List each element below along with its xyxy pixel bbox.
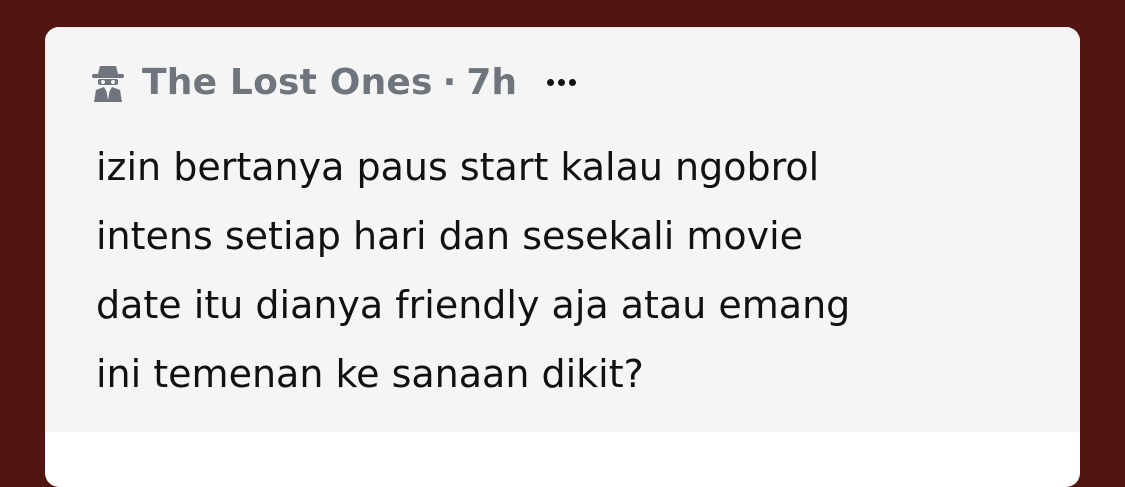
spy-icon [90,62,126,102]
post-header: The Lost Ones · 7h [90,59,577,105]
post-author[interactable]: The Lost Ones [142,62,433,103]
post-content-line: ini temenan ke sanaan dikit? [96,352,644,396]
meta-separator: · [442,61,457,103]
more-dot [547,78,555,86]
more-dot [558,78,566,86]
post-card[interactable]: The Lost Ones · 7h izin bertanya paus st… [45,27,1080,487]
post-content-line: intens setiap hari dan sesekali movie [96,214,804,258]
more-options-icon[interactable] [547,67,577,97]
post-content-line: izin bertanya paus start kalau ngobrol [96,145,820,189]
post-timestamp: 7h [466,61,518,103]
post-content-line: date itu dianya friendly aja atau emang [96,283,851,327]
post-content: izin bertanya paus start kalau ngobrol i… [96,133,1056,409]
more-dot [569,78,577,86]
post-body: The Lost Ones · 7h izin bertanya paus st… [45,27,1080,432]
